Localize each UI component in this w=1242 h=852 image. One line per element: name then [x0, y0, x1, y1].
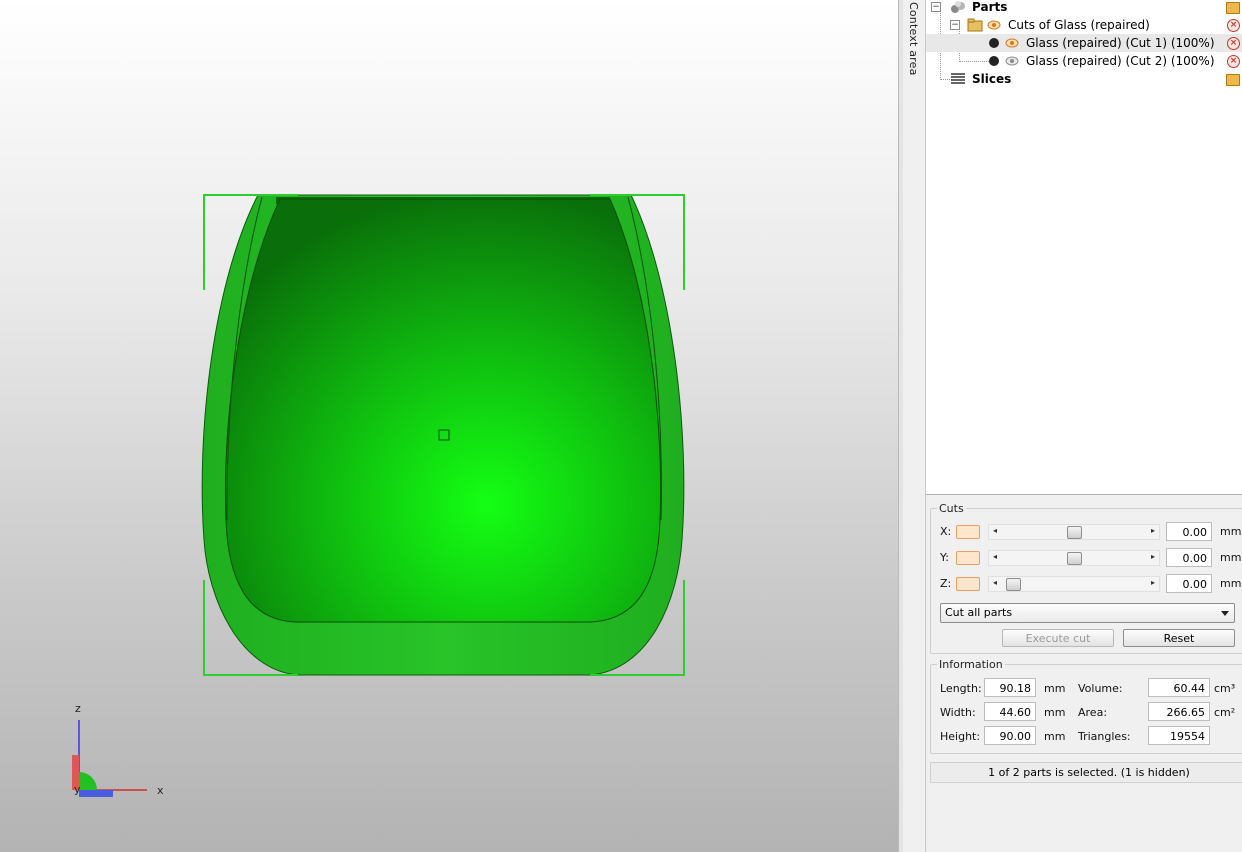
- volume-unit: cm³: [1214, 682, 1236, 695]
- arrow-left-icon[interactable]: ◂: [993, 578, 997, 587]
- slider-thumb[interactable]: [1067, 526, 1082, 539]
- collapse-icon[interactable]: −: [950, 20, 960, 30]
- cut-z-plane-swatch[interactable]: [956, 577, 980, 591]
- tree-item-cuts-group[interactable]: − Cuts of Glass (repaired) ×: [926, 16, 1242, 34]
- cut-z-slider[interactable]: ◂ ▸: [988, 576, 1160, 592]
- cut-x-input[interactable]: 0.00: [1166, 522, 1212, 541]
- eye-icon[interactable]: [1005, 37, 1019, 49]
- width-unit: mm: [1044, 706, 1066, 719]
- arrow-right-icon[interactable]: ▸: [1151, 526, 1155, 535]
- information-title: Information: [939, 658, 1003, 671]
- parts-icon: [951, 1, 965, 13]
- width-label: Width:: [940, 706, 976, 719]
- bullet-icon: [989, 38, 999, 48]
- axis-label-z: z: [75, 702, 81, 715]
- reset-button[interactable]: Reset: [1123, 629, 1235, 647]
- arrow-left-icon[interactable]: ◂: [993, 552, 997, 561]
- chevron-down-icon: [1221, 611, 1229, 616]
- cut-x-unit: mm: [1220, 525, 1242, 538]
- remove-icon[interactable]: ×: [1227, 37, 1240, 50]
- bullet-icon: [989, 56, 999, 66]
- tree-item-label: Cuts of Glass (repaired): [1008, 18, 1150, 32]
- viewport-scene: [72, 194, 685, 797]
- cut-y-plane-swatch[interactable]: [956, 551, 980, 565]
- cut-x-label: X:: [940, 525, 952, 538]
- cut-y-label: Y:: [940, 551, 949, 564]
- slider-thumb[interactable]: [1067, 552, 1082, 565]
- cut-x-plane-swatch[interactable]: [956, 525, 980, 539]
- cut-mode-dropdown[interactable]: Cut all parts: [940, 603, 1235, 623]
- area-value: 266.65: [1148, 702, 1210, 721]
- folder-icon[interactable]: [1226, 74, 1240, 86]
- volume-value: 60.44: [1148, 678, 1210, 697]
- tree-item-label: Glass (repaired) (Cut 1) (100%): [1026, 36, 1215, 50]
- folder-icon: [967, 18, 983, 32]
- parts-tree[interactable]: − Parts − Cuts of Glass (repaired) × Gla…: [926, 0, 1242, 495]
- tree-item-label: Parts: [972, 0, 1008, 14]
- cut-z-unit: mm: [1220, 577, 1242, 590]
- slices-icon: [951, 73, 965, 84]
- slider-thumb[interactable]: [1006, 578, 1021, 591]
- cut-y-input[interactable]: 0.00: [1166, 548, 1212, 567]
- tree-item-cut-1[interactable]: Glass (repaired) (Cut 1) (100%) ×: [926, 34, 1242, 52]
- collapse-icon[interactable]: −: [931, 2, 941, 12]
- axis-gizmo: [72, 720, 147, 797]
- selection-status: 1 of 2 parts is selected. (1 is hidden): [930, 762, 1242, 783]
- execute-cut-button[interactable]: Execute cut: [1002, 629, 1114, 647]
- cut-z-label: Z:: [940, 577, 952, 590]
- axis-label-x: x: [157, 784, 164, 797]
- remove-icon[interactable]: ×: [1227, 19, 1240, 32]
- axis-label-y: y: [74, 783, 81, 796]
- eye-icon[interactable]: [987, 19, 1001, 31]
- area-label: Area:: [1078, 706, 1108, 719]
- width-value: 44.60: [984, 702, 1036, 721]
- cut-z-input[interactable]: 0.00: [1166, 574, 1212, 593]
- length-value: 90.18: [984, 678, 1036, 697]
- cut-mode-value: Cut all parts: [945, 606, 1013, 619]
- 3d-viewport[interactable]: z x y: [0, 0, 898, 852]
- arrow-right-icon[interactable]: ▸: [1151, 578, 1155, 587]
- tree-item-cut-2[interactable]: Glass (repaired) (Cut 2) (100%) ×: [926, 52, 1242, 70]
- context-area-label: Context area: [907, 2, 920, 76]
- volume-label: Volume:: [1078, 682, 1123, 695]
- glass-inner-cavity: [224, 198, 662, 623]
- folder-icon[interactable]: [1226, 2, 1240, 14]
- height-unit: mm: [1044, 730, 1066, 743]
- arrow-left-icon[interactable]: ◂: [993, 526, 997, 535]
- cuts-title: Cuts: [939, 502, 964, 515]
- length-label: Length:: [940, 682, 982, 695]
- triangles-label: Triangles:: [1078, 730, 1131, 743]
- area-unit: cm²: [1214, 706, 1236, 719]
- context-area-tab[interactable]: Context area: [903, 0, 926, 852]
- right-panel: − Parts − Cuts of Glass (repaired) × Gla…: [926, 0, 1242, 852]
- tree-item-slices[interactable]: Slices: [926, 70, 1242, 88]
- tree-item-parts[interactable]: − Parts: [926, 0, 1242, 16]
- length-unit: mm: [1044, 682, 1066, 695]
- height-label: Height:: [940, 730, 981, 743]
- triangles-value: 19554: [1148, 726, 1210, 745]
- tree-item-label: Glass (repaired) (Cut 2) (100%): [1026, 54, 1215, 68]
- height-value: 90.00: [984, 726, 1036, 745]
- remove-icon[interactable]: ×: [1227, 55, 1240, 68]
- arrow-right-icon[interactable]: ▸: [1151, 552, 1155, 561]
- cut-y-unit: mm: [1220, 551, 1242, 564]
- cut-y-slider[interactable]: ◂ ▸: [988, 550, 1160, 566]
- tree-item-label: Slices: [972, 72, 1012, 86]
- eye-hidden-icon[interactable]: [1005, 55, 1019, 67]
- cut-x-slider[interactable]: ◂ ▸: [988, 524, 1160, 540]
